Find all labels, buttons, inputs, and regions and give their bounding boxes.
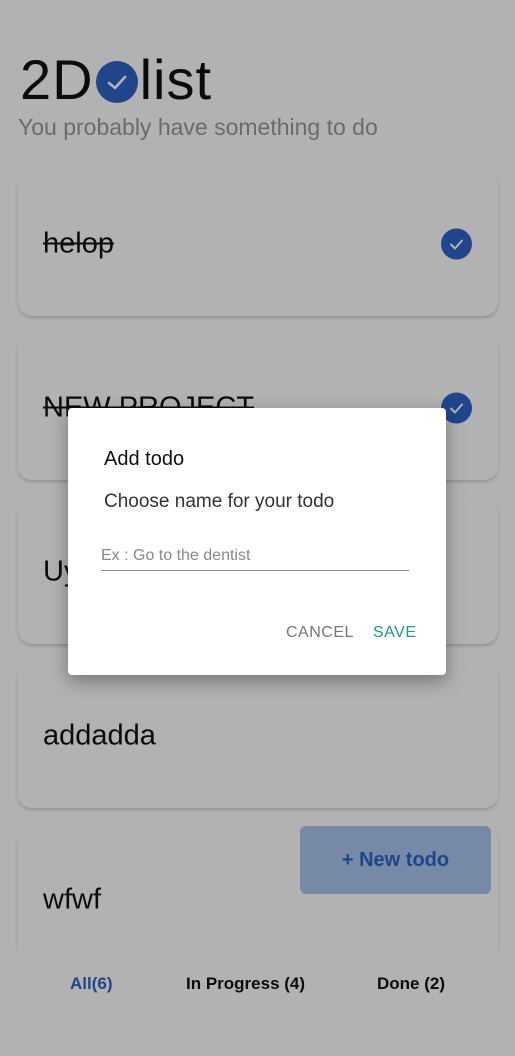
cancel-button[interactable]: CANCEL — [286, 624, 354, 642]
todo-name-input[interactable] — [101, 542, 409, 571]
dialog-title: Add todo — [104, 448, 185, 470]
save-button[interactable]: SAVE — [373, 624, 417, 642]
add-todo-dialog: Add todo Choose name for your todo CANCE… — [68, 408, 446, 675]
dialog-message: Choose name for your todo — [104, 491, 335, 512]
